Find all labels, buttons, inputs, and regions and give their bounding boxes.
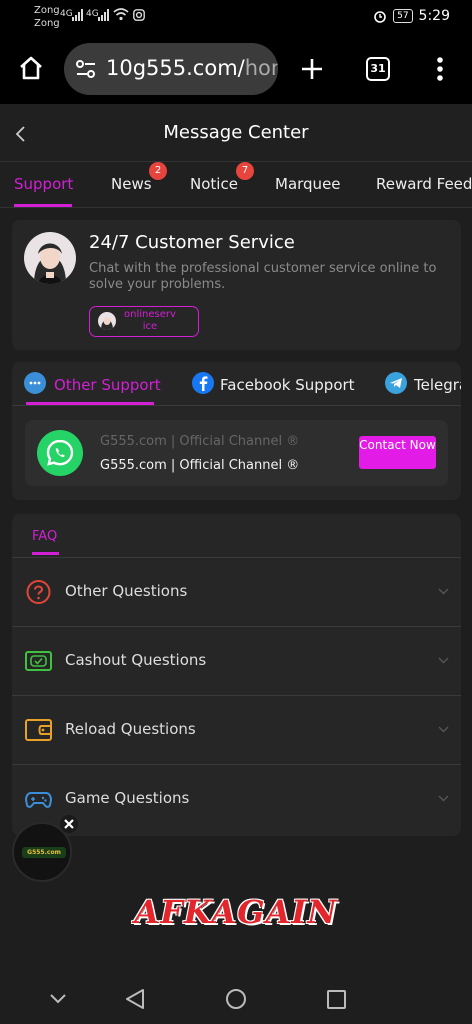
- faq-card: FAQ Other Questions Cashout Questions Re…: [12, 514, 461, 836]
- faq-label-cashout: Cashout Questions: [65, 651, 207, 669]
- battery-indicator: 57: [393, 9, 413, 23]
- watermark-logo: AFKAGAIN: [134, 893, 338, 931]
- carrier-1: Zong: [34, 5, 60, 16]
- wallet-icon: [25, 719, 52, 741]
- channel-name-faded: G555.com | Official Channel ®: [100, 434, 300, 449]
- tab-marquee[interactable]: Marquee: [275, 175, 341, 193]
- url-text: 10g555.com/hom: [106, 56, 278, 80]
- close-icon: [64, 819, 74, 829]
- floating-logo: G555.com: [22, 847, 66, 858]
- recents-icon[interactable]: [327, 990, 346, 1009]
- system-nav-bar: [0, 966, 472, 1024]
- channel-name: G555.com | Official Channel ®: [100, 458, 300, 473]
- tab-switcher-button[interactable]: 31: [366, 57, 390, 81]
- chevron-down-icon: [438, 588, 449, 595]
- question-circle-icon: [26, 580, 51, 604]
- customer-service-card[interactable]: 24/7 Customer Service Chat with the prof…: [12, 220, 461, 350]
- divider: [12, 405, 461, 406]
- signal-icon: [72, 9, 83, 21]
- tab-facebook-support[interactable]: Facebook Support: [220, 376, 355, 394]
- news-badge: 2: [149, 162, 167, 180]
- tab-telegram-support[interactable]: Telegra: [414, 376, 461, 394]
- url-domain: 10g555.com/: [106, 56, 245, 80]
- home-icon[interactable]: [18, 55, 44, 81]
- online-service-label: onlineservice: [124, 309, 176, 332]
- support-channels-card: Other Support Facebook Support Telegra G…: [12, 362, 461, 500]
- channel-row: G555.com | Official Channel ® G555.com |…: [25, 420, 448, 486]
- page-title: Message Center: [163, 122, 309, 143]
- faq-label-reload: Reload Questions: [65, 720, 196, 738]
- faq-item-cashout[interactable]: Cashout Questions: [12, 627, 461, 696]
- tab-active-indicator: [14, 204, 72, 207]
- chevron-down-icon: [438, 726, 449, 733]
- agent-avatar: [24, 232, 76, 284]
- faq-item-game[interactable]: Game Questions: [12, 765, 461, 834]
- cs-title: 24/7 Customer Service: [89, 232, 295, 253]
- address-bar[interactable]: 10g555.com/hom: [64, 43, 278, 95]
- gamepad-icon: [25, 792, 52, 808]
- chat-bubbles-icon: [24, 372, 46, 394]
- signal-icon-2: [98, 9, 109, 21]
- notice-badge: 7: [236, 162, 254, 180]
- url-path: hom: [244, 56, 278, 80]
- telegram-icon: [385, 372, 407, 394]
- faq-label-game: Game Questions: [65, 789, 190, 807]
- page-header: Message Center: [0, 104, 472, 162]
- home-circle-icon[interactable]: [225, 988, 247, 1010]
- browser-toolbar: 10g555.com/hom 31: [0, 34, 472, 104]
- message-tabs: Support News 2 Notice 7 Marquee Reward F…: [0, 162, 472, 208]
- mini-avatar: [98, 312, 116, 330]
- new-tab-icon[interactable]: [301, 58, 323, 80]
- facebook-icon: [192, 372, 214, 394]
- tab-support[interactable]: Support: [14, 175, 73, 193]
- chevron-down-icon: [438, 795, 449, 802]
- faq-tab[interactable]: FAQ: [32, 529, 57, 544]
- network-type-1: 4G: [60, 9, 73, 19]
- site-settings-icon[interactable]: [76, 60, 96, 78]
- alarm-icon: [374, 11, 386, 23]
- carrier-labels: Zong Zong: [34, 4, 60, 30]
- faq-item-other[interactable]: Other Questions: [12, 558, 461, 627]
- faq-item-reload[interactable]: Reload Questions: [12, 696, 461, 765]
- hide-nav-icon[interactable]: [50, 994, 66, 1004]
- faq-label-other: Other Questions: [65, 582, 188, 600]
- carrier-2: Zong: [34, 18, 60, 29]
- online-service-button[interactable]: onlineservice: [89, 306, 199, 337]
- back-icon[interactable]: [125, 988, 145, 1010]
- tab-news[interactable]: News: [111, 175, 152, 193]
- status-bar: Zong Zong 4G 4G 57 5:29: [0, 0, 472, 34]
- cs-description: Chat with the professional customer serv…: [89, 261, 437, 292]
- cash-icon: [25, 651, 52, 671]
- faq-tab-indicator: [32, 552, 59, 555]
- clock: 5:29: [418, 8, 450, 24]
- more-menu-icon[interactable]: [436, 56, 444, 82]
- contact-now-button[interactable]: Contact Now: [359, 436, 436, 469]
- wifi-icon: [113, 8, 129, 21]
- status-right: 57 5:29: [373, 8, 450, 24]
- network-type-2: 4G: [86, 9, 99, 19]
- support-tab-indicator: [26, 402, 154, 405]
- floating-close-button[interactable]: [60, 815, 78, 833]
- tab-reward-feed[interactable]: Reward Feed: [376, 175, 472, 193]
- tab-notice[interactable]: Notice: [190, 175, 238, 193]
- whatsapp-icon: [37, 430, 83, 476]
- instagram-icon: [133, 9, 145, 21]
- tab-other-support[interactable]: Other Support: [54, 376, 161, 394]
- chevron-down-icon: [438, 657, 449, 664]
